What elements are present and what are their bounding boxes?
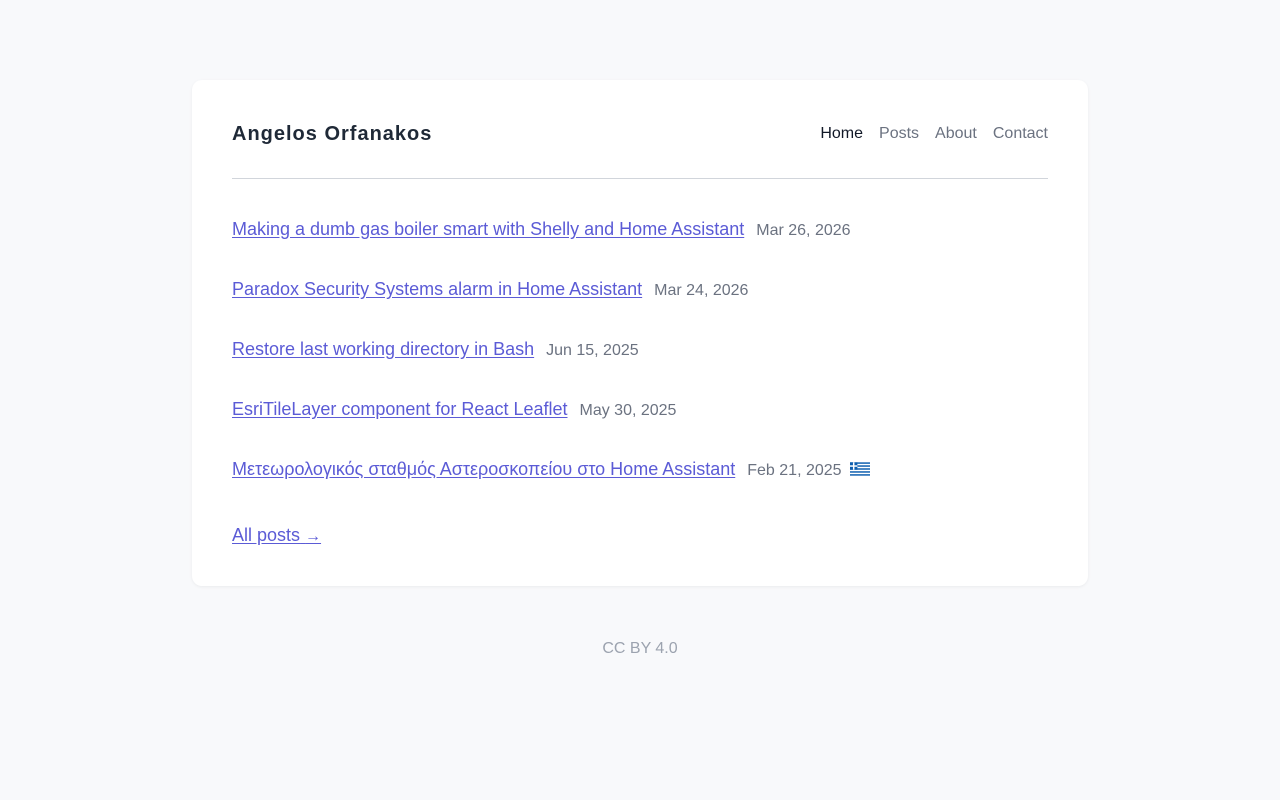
greek-flag-icon xyxy=(849,462,870,476)
post-date: Mar 26, 2026 xyxy=(756,222,851,239)
post-link[interactable]: Paradox Security Systems alarm in Home A… xyxy=(232,279,642,300)
nav-posts[interactable]: Posts xyxy=(879,125,919,143)
arrow-right-icon: → xyxy=(305,528,322,545)
post-link[interactable]: Restore last working directory in Bash xyxy=(232,339,534,360)
license-text: CC BY 4.0 xyxy=(602,640,678,657)
post-list: Making a dumb gas boiler smart with Shel… xyxy=(232,219,1048,519)
site-header: Angelos Orfanakos Home Posts About Conta… xyxy=(232,108,1048,179)
post-link[interactable]: Making a dumb gas boiler smart with Shel… xyxy=(232,219,744,240)
list-item: Paradox Security Systems alarm in Home A… xyxy=(232,279,1048,339)
list-item: EsriTileLayer component for React Leafle… xyxy=(232,399,1048,459)
nav-about[interactable]: About xyxy=(935,125,977,143)
main-nav: Home Posts About Contact xyxy=(820,125,1048,143)
nav-contact[interactable]: Contact xyxy=(993,125,1048,143)
list-item: Restore last working directory in Bash J… xyxy=(232,339,1048,399)
content-card: Angelos Orfanakos Home Posts About Conta… xyxy=(192,80,1088,586)
post-link[interactable]: EsriTileLayer component for React Leafle… xyxy=(232,399,568,420)
post-date: May 30, 2025 xyxy=(579,402,677,419)
post-link[interactable]: Μετεωρολογικός σταθμός Αστεροσκοπείου στ… xyxy=(232,459,735,480)
all-posts-link[interactable]: All posts → xyxy=(232,525,321,546)
post-date: Feb 21, 2025 xyxy=(747,462,842,479)
post-date: Mar 24, 2026 xyxy=(654,282,749,299)
list-item: Μετεωρολογικός σταθμός Αστεροσκοπείου στ… xyxy=(232,459,1048,519)
all-posts-label: All posts xyxy=(232,525,301,545)
post-date: Jun 15, 2025 xyxy=(546,342,639,359)
site-footer: CC BY 4.0 xyxy=(0,640,1280,658)
nav-home[interactable]: Home xyxy=(820,125,863,143)
list-item: Making a dumb gas boiler smart with Shel… xyxy=(232,219,1048,279)
site-title[interactable]: Angelos Orfanakos xyxy=(232,123,432,146)
